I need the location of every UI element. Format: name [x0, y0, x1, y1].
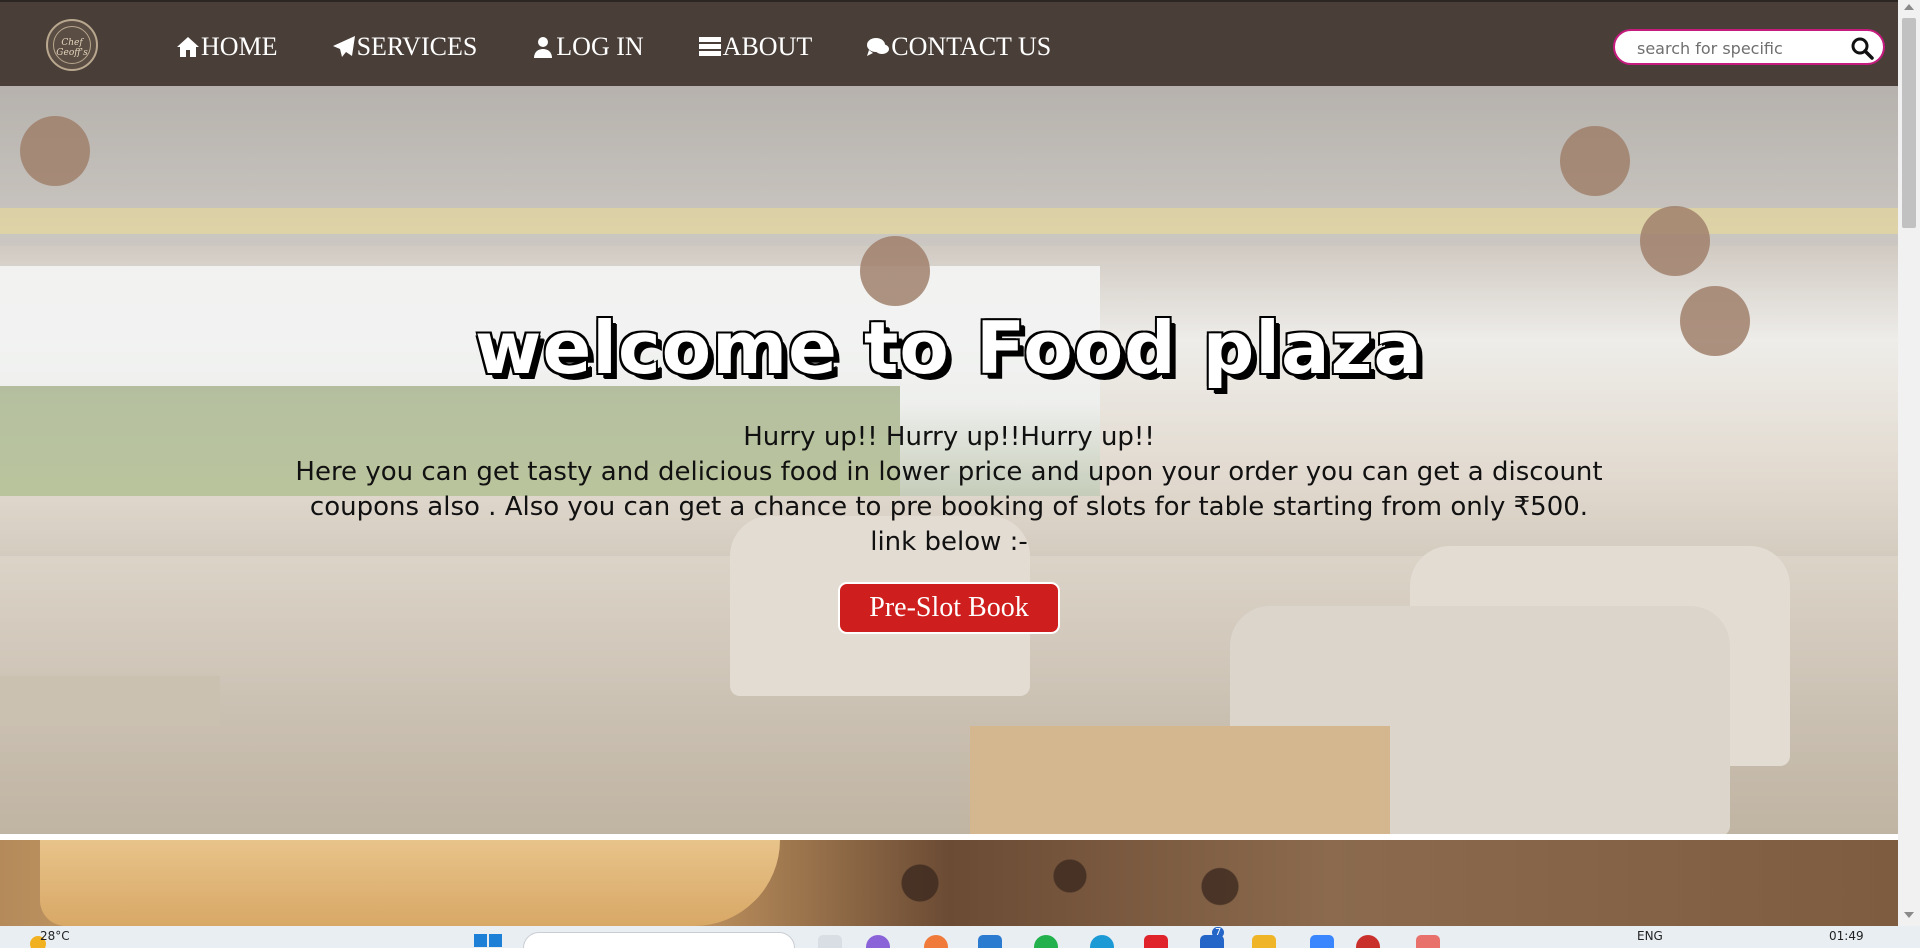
taskbar-search[interactable] — [523, 932, 795, 948]
search-icon[interactable] — [1850, 36, 1874, 60]
food-banner-beans — [800, 848, 1400, 918]
taskbar-badge: 7 — [1212, 927, 1225, 938]
taskbar-language[interactable]: ENG — [1637, 929, 1663, 943]
nav-login-label: LOG IN — [556, 32, 644, 61]
logo-text: Chef Geoff's — [56, 38, 88, 58]
taskbar-app-icon[interactable] — [978, 935, 1002, 948]
scroll-thumb[interactable] — [1902, 18, 1916, 228]
nav-contact[interactable]: CONTACT US — [866, 32, 1051, 62]
hero-line-1: Hurry up!! Hurry up!!Hurry up!! — [743, 422, 1155, 452]
taskbar-app-icon[interactable] — [1252, 935, 1276, 948]
nav-about-label: ABOUT — [722, 32, 813, 61]
comments-icon — [867, 38, 890, 56]
taskbar-app-icon[interactable] — [1090, 935, 1114, 948]
search-input[interactable] — [1635, 35, 1849, 61]
nav-home[interactable]: HOME — [176, 32, 278, 62]
taskbar-app-icon[interactable] — [1144, 935, 1168, 948]
main-nav: HOME SERVICES LOG IN ABOUT CONTACT US — [176, 32, 1105, 62]
weather-temperature[interactable]: 28°C — [40, 929, 70, 943]
home-icon — [177, 37, 199, 57]
nav-home-label: HOME — [201, 32, 278, 61]
os-taskbar: 28°C 7 ENG 01:49 — [0, 926, 1920, 948]
taskbar-clock[interactable]: 01:49 — [1829, 929, 1864, 943]
pre-slot-book-button[interactable]: Pre-Slot Book — [838, 582, 1060, 634]
food-banner-pastry — [40, 840, 780, 926]
windows-start-icon[interactable] — [474, 934, 502, 948]
hero-section: welcome to Food plaza Hurry up!! Hurry u… — [0, 86, 1898, 834]
taskbar-app-icon[interactable] — [1034, 935, 1058, 948]
taskbar-app-icon[interactable]: 7 — [1200, 927, 1225, 948]
taskbar-app-icon[interactable] — [1356, 935, 1380, 948]
nav-services-label: SERVICES — [356, 32, 478, 61]
scroll-down-arrow-icon[interactable] — [1904, 912, 1914, 918]
hero-line-3: link below :- — [870, 527, 1028, 557]
nav-login[interactable]: LOG IN — [531, 32, 644, 62]
scroll-up-arrow-icon[interactable] — [1904, 4, 1914, 10]
user-icon — [534, 37, 553, 58]
server-list-icon — [698, 37, 721, 56]
taskbar-app-icon[interactable] — [818, 935, 842, 948]
taskbar-app-icon[interactable] — [1416, 935, 1440, 948]
search-box — [1613, 29, 1885, 65]
hero-line-2: Here you can get tasty and delicious foo… — [295, 457, 1603, 522]
taskbar-app-icon[interactable] — [866, 935, 890, 948]
nav-contact-label: CONTACT US — [891, 32, 1052, 61]
paper-plane-icon — [332, 36, 355, 57]
food-banner-section — [0, 840, 1898, 926]
hero-title: welcome to Food plaza — [474, 306, 1424, 390]
vertical-scrollbar[interactable] — [1898, 0, 1920, 926]
taskbar-app-icon[interactable] — [924, 935, 948, 948]
logo[interactable]: Chef Geoff's — [46, 19, 98, 71]
hero-text: Hurry up!! Hurry up!!Hurry up!! Here you… — [260, 420, 1638, 560]
taskbar-app-icon[interactable] — [1310, 935, 1334, 948]
nav-about[interactable]: ABOUT — [698, 32, 813, 62]
nav-services[interactable]: SERVICES — [332, 32, 478, 62]
top-navbar: Chef Geoff's HOME SERVICES LOG IN ABOUT … — [0, 0, 1898, 88]
